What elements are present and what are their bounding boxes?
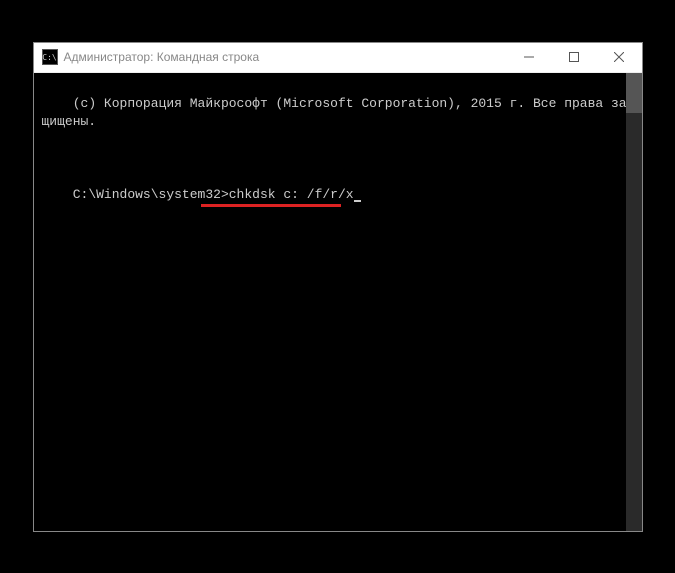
- annotation-underline: [201, 204, 341, 207]
- command-text: chkdsk c: /f/r/x: [229, 187, 354, 202]
- titlebar[interactable]: C:\ Администратор: Командная строка: [34, 43, 642, 73]
- cmd-icon: C:\: [42, 49, 58, 65]
- scrollbar-thumb[interactable]: [626, 73, 642, 113]
- window-title: Администратор: Командная строка: [64, 50, 507, 64]
- minimize-button[interactable]: [507, 43, 552, 72]
- close-button[interactable]: [597, 43, 642, 72]
- cmd-window: C:\ Администратор: Командная строка (c) …: [33, 42, 643, 532]
- cursor: [354, 200, 361, 202]
- copyright-line: (c) Корпорация Майкрософт (Microsoft Cor…: [42, 96, 627, 129]
- cmd-icon-label: C:\: [42, 53, 56, 62]
- console-area[interactable]: (c) Корпорация Майкрософт (Microsoft Cor…: [34, 73, 642, 531]
- scrollbar[interactable]: [626, 73, 642, 531]
- prompt-text: C:\Windows\system32>: [73, 187, 229, 202]
- prompt-line: C:\Windows\system32>chkdsk c: /f/r/x: [73, 186, 361, 241]
- maximize-button[interactable]: [552, 43, 597, 72]
- window-controls: [507, 43, 642, 72]
